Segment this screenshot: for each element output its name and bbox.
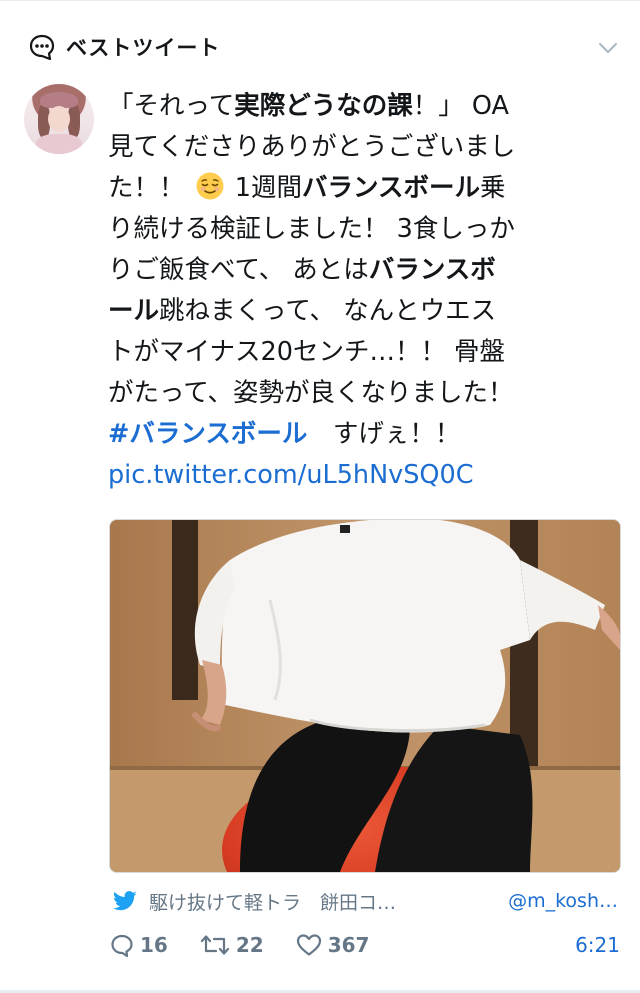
source-name: 駆け抜けて軽トラ 餅田コ… [149,891,397,914]
like-count: 367 [327,933,370,957]
twitter-bird-icon [113,891,137,911]
tweet-timestamp[interactable]: 6:21 [575,933,620,957]
tweet-line: りご飯食べて、 あとはバランスボ [108,255,496,285]
tweet-photo[interactable] [109,519,621,873]
reply-button[interactable]: 16 [110,933,168,957]
tweet-line: #バランスボール すげぇ！！ [108,419,461,449]
heart-icon [296,934,321,956]
section-label: ベストツイート [66,36,221,60]
retweet-count: 22 [235,933,264,957]
tweet-line: り続ける検証しました！ 3食しっか [108,214,515,244]
tweet-text: 「それって実際どうなの課！」 OA 見てくださりありがとうございまし た！！ 1… [108,86,608,496]
reply-icon [111,934,133,957]
chevron-down-icon[interactable] [596,36,620,60]
pic-link[interactable]: pic.twitter.com/uL5hNvSQ0C [108,460,474,490]
quoted-source[interactable]: 駆け抜けて軽トラ 餅田コ… @m_kosh… [113,886,618,916]
avatar[interactable] [24,84,94,154]
reply-count: 16 [140,933,168,957]
hashtag-link[interactable]: #バランスボール [108,419,307,449]
tweet-header: ベストツイート [28,32,220,62]
retweet-icon [200,935,229,955]
tweet-line: 「それって実際どうなの課！」 OA [108,91,509,121]
retweet-button[interactable]: 22 [200,933,264,957]
tweet-line: pic.twitter.com/uL5hNvSQ0C [108,455,608,496]
chat-bubble-icon [29,34,55,61]
relieved-face-icon [196,172,224,200]
tweet-actions: 16 22 367 6:21 [110,930,620,960]
tweet-line: 見てくださりありがとうございまし [108,132,516,162]
source-handle[interactable]: @m_kosh… [508,890,618,912]
tweet-line: た！！ 1週間バランスボール乗 [108,172,506,203]
like-button[interactable]: 367 [296,933,370,957]
tweet-line: がたって、姿勢が良くなりました！ [108,378,514,408]
tweet-line: ール跳ねまくって、 なんとウエス [108,296,497,326]
top-divider [0,0,640,1]
tweet-line: トがマイナス20センチ…！！ 骨盤 [108,337,506,367]
